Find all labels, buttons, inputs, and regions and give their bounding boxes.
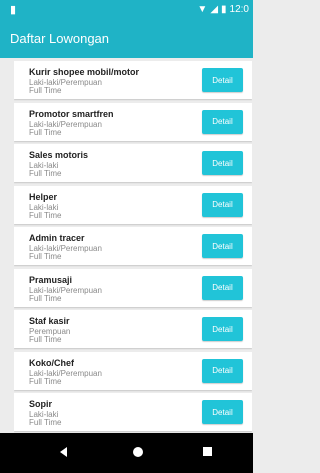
job-type: Full Time [29,335,62,344]
job-card: Staf kasir Perempuan Full Time Detail [14,310,252,348]
battery-icon: ▮ [221,4,227,15]
job-title: Sopir [29,399,53,409]
job-title: Admin tracer [29,233,85,243]
detail-button[interactable]: Detail [202,151,243,175]
detail-button[interactable]: Detail [202,275,243,300]
detail-button[interactable]: Detail [202,68,243,92]
job-title: Promotor smartfren [29,108,114,119]
job-title: Koko/Chef [29,357,74,368]
job-title: Kurir shopee mobil/motor [29,67,140,77]
job-type: Full Time [29,127,62,137]
detail-button[interactable]: Detail [202,109,243,134]
job-title: Helper [29,191,58,202]
job-card: Sales motoris Laki-laki Full Time Detail [14,144,252,182]
job-type: Full Time [29,376,62,386]
job-title: Sales motoris [29,150,89,160]
recents-icon[interactable] [203,447,212,456]
page-title: Daftar Lowongan [10,31,110,46]
job-card: Sopir Laki-laki Full Time Detail [14,393,252,431]
job-card: Koko/Chef Laki-laki/Perempuan Full Time Det… [14,351,252,390]
detail-button[interactable]: Detail [202,234,243,258]
job-type: Full Time [29,86,62,95]
detail-button[interactable]: Detail [202,358,243,383]
back-icon[interactable] [60,447,67,457]
job-card: Promotor smartfren Laki-laki/Perempuan Ful… [14,102,252,141]
job-card: Pramusaji Laki-laki/Perempuan Full Time Det… [14,268,252,307]
status-bar: ▮ ▼ ◢ ▮ 12:0 [0,0,253,20]
app-bar: Daftar Lowongan [0,20,253,58]
navigation-bar [0,433,253,473]
job-card: Kurir shopee mobil/motor Laki-laki/Peremp… [14,61,252,99]
job-title: Pramusaji [29,274,73,285]
wifi-icon: ▼ [197,4,208,15]
job-list[interactable]: Kurir shopee mobil/motor Laki-laki/Peremp… [14,61,252,433]
job-card: Helper Laki-laki Full Time Detail [14,185,252,224]
job-card: Admin tracer Laki-laki/Perempuan Full Time… [14,227,252,265]
notification-icon: ▮ [10,4,17,16]
job-type: Full Time [29,169,62,178]
job-title: Staf kasir [29,316,70,326]
signal-icon: ◢ [210,4,219,15]
job-type: Full Time [29,252,62,261]
job-type: Full Time [29,293,62,303]
home-icon[interactable] [133,447,143,457]
status-icons: ▼ ◢ ▮ 12:0 [197,3,249,16]
job-type: Full Time [29,418,62,427]
status-time: 12:0 [229,4,249,15]
detail-button[interactable]: Detail [202,317,243,341]
detail-button[interactable]: Detail [202,192,243,217]
job-type: Full Time [29,210,62,220]
detail-button[interactable]: Detail [202,400,243,424]
